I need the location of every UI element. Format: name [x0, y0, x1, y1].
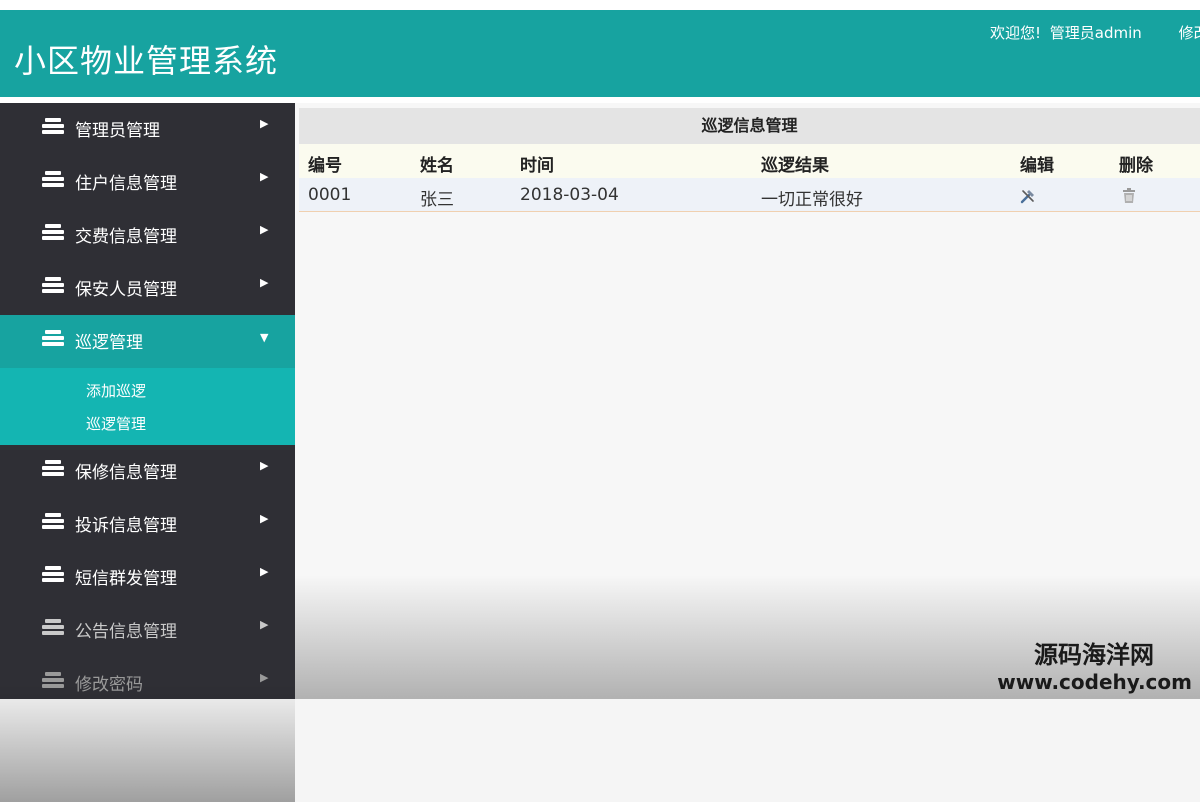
sidebar-item-security[interactable]: 保安人员管理 ▶: [0, 262, 295, 315]
welcome-text: 欢迎您!: [990, 24, 1042, 42]
stack-icon: [42, 330, 64, 348]
stack-icon: [42, 672, 64, 690]
chevron-down-icon: ▼: [260, 331, 269, 344]
sidebar-item-complaints[interactable]: 投诉信息管理 ▶: [0, 498, 295, 551]
sidebar-item-fees[interactable]: 交费信息管理 ▶: [0, 209, 295, 262]
column-header-time: 时间: [520, 156, 554, 176]
stack-icon: [42, 171, 64, 189]
chevron-right-icon: ▶: [260, 459, 269, 472]
cell-time: 2018-03-04: [520, 185, 619, 205]
column-header-delete: 删除: [1119, 156, 1153, 176]
submenu-item-add-patrol[interactable]: 添加巡逻: [86, 380, 146, 401]
chevron-right-icon: ▶: [260, 117, 269, 130]
sidebar-item-residents[interactable]: 住户信息管理 ▶: [0, 156, 295, 209]
submenu-item-patrol-manage[interactable]: 巡逻管理: [86, 413, 146, 434]
column-header-edit: 编辑: [1020, 156, 1054, 176]
sidebar-item-admin[interactable]: 管理员管理 ▶: [0, 103, 295, 156]
stack-icon: [42, 619, 64, 637]
top-strip: [0, 0, 1200, 10]
change-password-link[interactable]: 修改: [1179, 22, 1200, 43]
chevron-right-icon: ▶: [260, 512, 269, 525]
sidebar-item-label: 住户信息管理: [75, 174, 177, 194]
sidebar-item-label: 公告信息管理: [75, 622, 177, 642]
sidebar-item-patrol[interactable]: 巡逻管理 ▼: [0, 315, 295, 368]
chevron-right-icon: ▶: [260, 565, 269, 578]
stack-icon: [42, 224, 64, 242]
sidebar-item-label: 管理员管理: [75, 121, 160, 141]
panel-title: 巡逻信息管理: [299, 108, 1200, 144]
stack-icon: [42, 460, 64, 478]
header-bar: 小区物业管理系统 欢迎您! 管理员admin 修改: [0, 10, 1200, 97]
chevron-right-icon: ▶: [260, 671, 269, 684]
header-user-area: 欢迎您! 管理员admin 修改: [990, 22, 1200, 43]
edit-icon[interactable]: [1020, 188, 1036, 204]
sidebar-item-label: 修改密码: [75, 675, 143, 695]
stack-icon: [42, 566, 64, 584]
sidebar-item-notices[interactable]: 公告信息管理 ▶: [0, 604, 295, 657]
chevron-right-icon: ▶: [260, 618, 269, 631]
cell-name: 张三: [420, 190, 454, 210]
column-header-id: 编号: [308, 156, 342, 176]
sidebar-item-label: 保安人员管理: [75, 280, 177, 300]
sidebar-item-password[interactable]: 修改密码 ▶: [0, 657, 295, 710]
main-content: 巡逻信息管理 编号 姓名 时间 巡逻结果 编辑 删除 0001 张三 2018-…: [295, 103, 1200, 699]
chevron-right-icon: ▶: [260, 276, 269, 289]
chevron-right-icon: ▶: [260, 223, 269, 236]
cell-result: 一切正常很好: [761, 190, 863, 210]
stack-icon: [42, 118, 64, 136]
sidebar-item-label: 巡逻管理: [75, 333, 143, 353]
watermark: 源码海洋网 www.codehy.com: [992, 640, 1200, 699]
sidebar-item-label: 投诉信息管理: [75, 516, 177, 536]
column-header-result: 巡逻结果: [761, 156, 829, 176]
sidebar-item-repairs[interactable]: 保修信息管理 ▶: [0, 445, 295, 498]
stack-icon: [42, 277, 64, 295]
chevron-right-icon: ▶: [260, 170, 269, 183]
cell-id: 0001: [308, 185, 352, 205]
sidebar-item-sms[interactable]: 短信群发管理 ▶: [0, 551, 295, 604]
sidebar-item-label: 交费信息管理: [75, 227, 177, 247]
sidebar-item-label: 保修信息管理: [75, 463, 177, 483]
user-name: 管理员admin: [1049, 24, 1142, 42]
app-title: 小区物业管理系统: [14, 42, 279, 80]
table-header: 编号 姓名 时间 巡逻结果 编辑 删除: [299, 144, 1200, 178]
patrol-submenu: 添加巡逻 巡逻管理: [0, 368, 295, 445]
table-row: 0001 张三 2018-03-04 一切正常很好: [299, 178, 1200, 212]
sidebar: 管理员管理 ▶ 住户信息管理 ▶ 交费信息管理 ▶ 保安人员管理 ▶ 巡逻管理 …: [0, 103, 295, 802]
column-header-name: 姓名: [420, 156, 454, 176]
watermark-url: www.codehy.com: [997, 670, 1192, 694]
stack-icon: [42, 513, 64, 531]
watermark-name: 源码海洋网: [1034, 641, 1154, 669]
sidebar-item-label: 短信群发管理: [75, 569, 177, 589]
trash-icon[interactable]: [1122, 188, 1138, 204]
